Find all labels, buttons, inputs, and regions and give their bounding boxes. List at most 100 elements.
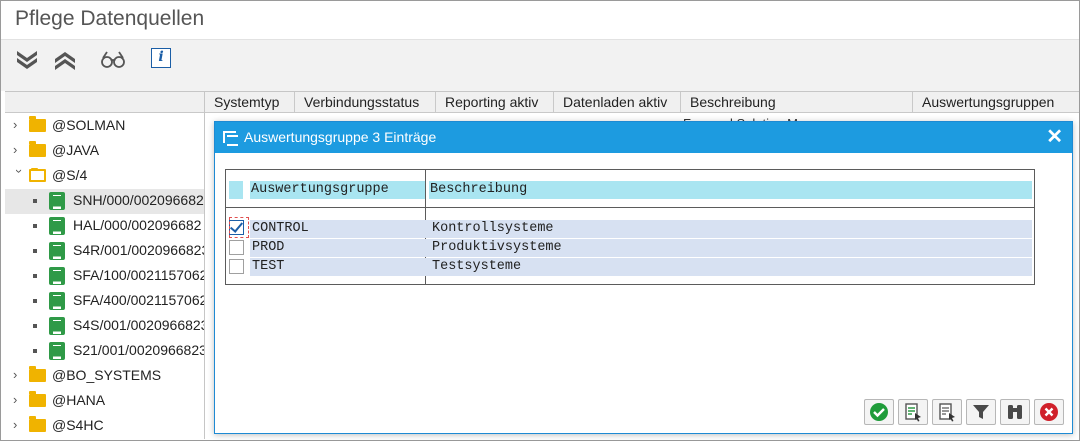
filter-icon [973,405,989,419]
tree-item-label: @HANA [52,392,106,408]
expand-all-icon[interactable] [13,46,41,72]
tree-item-label: @S/4 [52,167,88,183]
selection-table: Auswertungsgruppe Beschreibung CONTROL K… [225,169,1035,285]
chevron-right-icon[interactable]: › [13,368,25,381]
dialog-window-icon [223,131,238,146]
deselect-all-button[interactable] [932,399,962,425]
header-divider [226,207,1034,208]
tree-folder-bo-systems[interactable]: › @BO_SYSTEMS [5,364,204,389]
folder-icon [29,416,46,432]
folder-icon [29,116,46,132]
chevron-down-icon[interactable]: › [12,169,27,181]
chevron-right-icon[interactable]: › [13,143,25,156]
tree-folder-java[interactable]: › @JAVA [5,139,204,164]
table-row[interactable]: TEST Testsysteme [250,258,1032,276]
cell-group: TEST [252,259,285,274]
column-header-beschreibung[interactable]: Beschreibung [429,181,1032,199]
column-header-auswertungsgruppen[interactable]: Auswertungsgruppen [913,92,1079,113]
chevron-right-icon[interactable]: › [13,393,25,406]
confirm-icon [870,403,888,421]
tree-system-item[interactable]: S4S/001/0020966823 [5,314,205,339]
find-icon [1008,405,1022,419]
tree-system-item[interactable]: SNH/000/002096682 [5,189,204,214]
datasource-tree: › @SOLMAN › @JAVA › @S/4 SNH/000/0020966… [5,91,205,439]
tree-item-label: @BO_SYSTEMS [52,367,162,383]
row-checkbox-prod[interactable] [229,240,244,255]
cancel-button[interactable] [1034,399,1064,425]
table-row[interactable]: CONTROL Kontrollsysteme [250,220,1032,238]
tree-item-label: @SOLMAN [52,117,126,133]
select-all-icon [905,403,921,422]
focus-indicator [229,217,249,238]
column-header-systemtyp[interactable]: Systemtyp [205,92,295,113]
tree-item-label: @S4HC [52,417,104,433]
tree-system-item[interactable]: SFA/100/0021157062 [5,264,205,289]
close-icon[interactable]: ✕ [1046,126,1063,148]
column-header-verbindungsstatus[interactable]: Verbindungsstatus [295,92,436,113]
column-header-beschreibung[interactable]: Beschreibung [681,92,913,113]
value-help-dialog: Auswertungsgruppe 3 Einträge ✕ Auswertun… [214,121,1073,434]
select-all-column-header[interactable] [229,181,243,199]
collapse-all-icon[interactable] [51,46,79,72]
tree-system-item[interactable]: SFA/400/0021157062 [5,289,205,314]
chevron-right-icon[interactable]: › [13,418,25,431]
toolbar: i [1,39,1079,79]
grid-header: Systemtyp Verbindungsstatus Reporting ak… [205,91,1079,113]
tree-bullet [33,349,37,353]
tree-folder-s4hc[interactable]: › @S4HC [5,414,204,439]
system-icon [49,217,65,235]
tree-item-label: HAL/000/002096682 [73,217,202,233]
tree-bullet [33,274,37,278]
tree-folder-hana[interactable]: › @HANA [5,389,204,414]
cell-description: Produktivsysteme [432,240,562,255]
system-icon [49,192,65,210]
system-icon [49,267,65,285]
cell-group: CONTROL [252,221,309,236]
tree-item-label: SFA/400/0021157062 [73,292,205,308]
find-button[interactable] [1000,399,1030,425]
cell-description: Testsysteme [432,259,522,274]
row-checkbox-test[interactable] [229,259,244,274]
column-header-reporting-aktiv[interactable]: Reporting aktiv [436,92,554,113]
page-title: Pflege Datenquellen [15,7,205,30]
tree-item-label: SFA/100/0021157062 [73,267,205,283]
tree-system-item[interactable]: S4R/001/0020966823 [5,239,204,264]
folder-icon [29,141,46,157]
dialog-title-bar: Auswertungsgruppe 3 Einträge ✕ [215,122,1072,153]
tree-item-label: SNH/000/002096682 [73,192,204,208]
select-all-button[interactable] [898,399,928,425]
tree-system-item[interactable]: S21/001/0020966823 [5,339,205,364]
tree-folder-s4[interactable]: › @S/4 [5,164,204,189]
folder-open-icon [29,168,46,182]
folder-icon [29,391,46,407]
title-bar: Pflege Datenquellen [1,1,1079,39]
display-glasses-icon[interactable] [99,46,127,72]
tree-bullet [33,224,37,228]
cell-group: PROD [252,240,285,255]
folder-icon [29,366,46,382]
system-icon [49,342,65,360]
tree-bullet [33,199,37,203]
tree-folder-solman[interactable]: › @SOLMAN [5,114,204,139]
filter-button[interactable] [966,399,996,425]
tree-item-label: S21/001/0020966823 [73,342,205,358]
tree-bullet [33,324,37,328]
tree-system-item[interactable]: HAL/000/002096682 [5,214,204,239]
system-icon [49,292,65,310]
chevron-right-icon[interactable]: › [13,118,25,131]
confirm-button[interactable] [864,399,894,425]
column-header-auswertungsgruppe[interactable]: Auswertungsgruppe [250,181,426,199]
tree-bullet [33,299,37,303]
tree-item-label: @JAVA [52,142,100,158]
table-row[interactable]: PROD Produktivsysteme [250,239,1032,257]
row-checkbox-control[interactable] [229,217,249,238]
toolbar-spacer [1,79,1079,91]
deselect-all-icon [939,403,955,422]
tree-item-label: S4S/001/0020966823 [73,317,205,333]
info-icon[interactable]: i [151,48,171,68]
cancel-icon [1040,403,1058,421]
tree-bullet [33,249,37,253]
dialog-button-bar [864,399,1064,425]
system-icon [49,317,65,335]
column-header-datenladen-aktiv[interactable]: Datenladen aktiv [554,92,681,113]
